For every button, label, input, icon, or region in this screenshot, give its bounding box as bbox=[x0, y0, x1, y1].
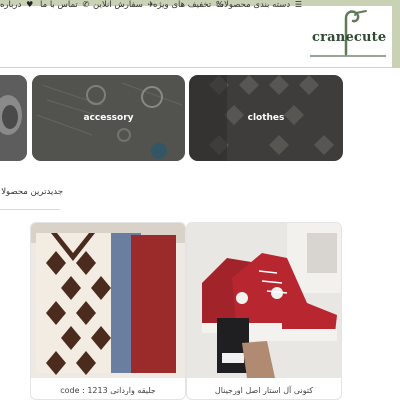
product-image bbox=[31, 223, 185, 378]
product-card[interactable]: جلیقه وارداتی 1213 : code bbox=[30, 222, 186, 400]
nav-special-discounts[interactable]: % تخفیف های ویژه bbox=[153, 0, 224, 10]
site-header: cranecute ☰ دسته بندی محصولات % تخفیف ها… bbox=[0, 0, 400, 68]
section-title-newest-products: جدیدترین محصولا bbox=[1, 187, 63, 197]
category-card-accessory[interactable]: accessory bbox=[32, 75, 185, 161]
logo-text: cranecute bbox=[312, 30, 387, 45]
nav-categories[interactable]: ☰ دسته بندی محصولات bbox=[216, 0, 302, 10]
category-card-clothes[interactable]: clothes bbox=[189, 75, 343, 161]
nav-contact[interactable]: ✆ تماس با ما bbox=[40, 0, 89, 10]
nav-about[interactable]: ♥ درباره bbox=[0, 0, 33, 10]
nav-contact-label: تماس با ما bbox=[40, 0, 78, 10]
category-label: clothes bbox=[247, 113, 285, 123]
product-card[interactable]: کتونی آل استار اصل اورجینال bbox=[186, 222, 342, 400]
category-image bbox=[0, 75, 27, 161]
product-image bbox=[187, 223, 341, 378]
menu-icon: ☰ bbox=[294, 0, 303, 9]
nav-online-order[interactable]: ✈ سفارش آنلاین bbox=[93, 0, 154, 10]
category-label: accessory bbox=[83, 113, 134, 123]
page: cranecute ☰ دسته بندی محصولات % تخفیف ها… bbox=[0, 0, 400, 400]
nav-special-discounts-label: تخفیف های ویژه bbox=[153, 0, 212, 10]
header-right-border bbox=[392, 0, 400, 68]
plane-icon: ✈ bbox=[147, 0, 155, 9]
nav-categories-label: دسته بندی محصولات bbox=[216, 0, 291, 10]
percent-icon: % bbox=[215, 0, 224, 9]
nav-about-label: درباره bbox=[0, 0, 22, 10]
category-card-partial[interactable] bbox=[0, 75, 27, 161]
product-name[interactable]: کتونی آل استار اصل اورجینال bbox=[187, 386, 341, 395]
nav-online-order-label: سفارش آنلاین bbox=[93, 0, 143, 10]
section-divider bbox=[0, 209, 60, 210]
phone-icon: ✆ bbox=[82, 0, 90, 9]
heart-icon: ♥ bbox=[26, 0, 34, 9]
product-name[interactable]: جلیقه وارداتی 1213 : code bbox=[31, 386, 185, 395]
